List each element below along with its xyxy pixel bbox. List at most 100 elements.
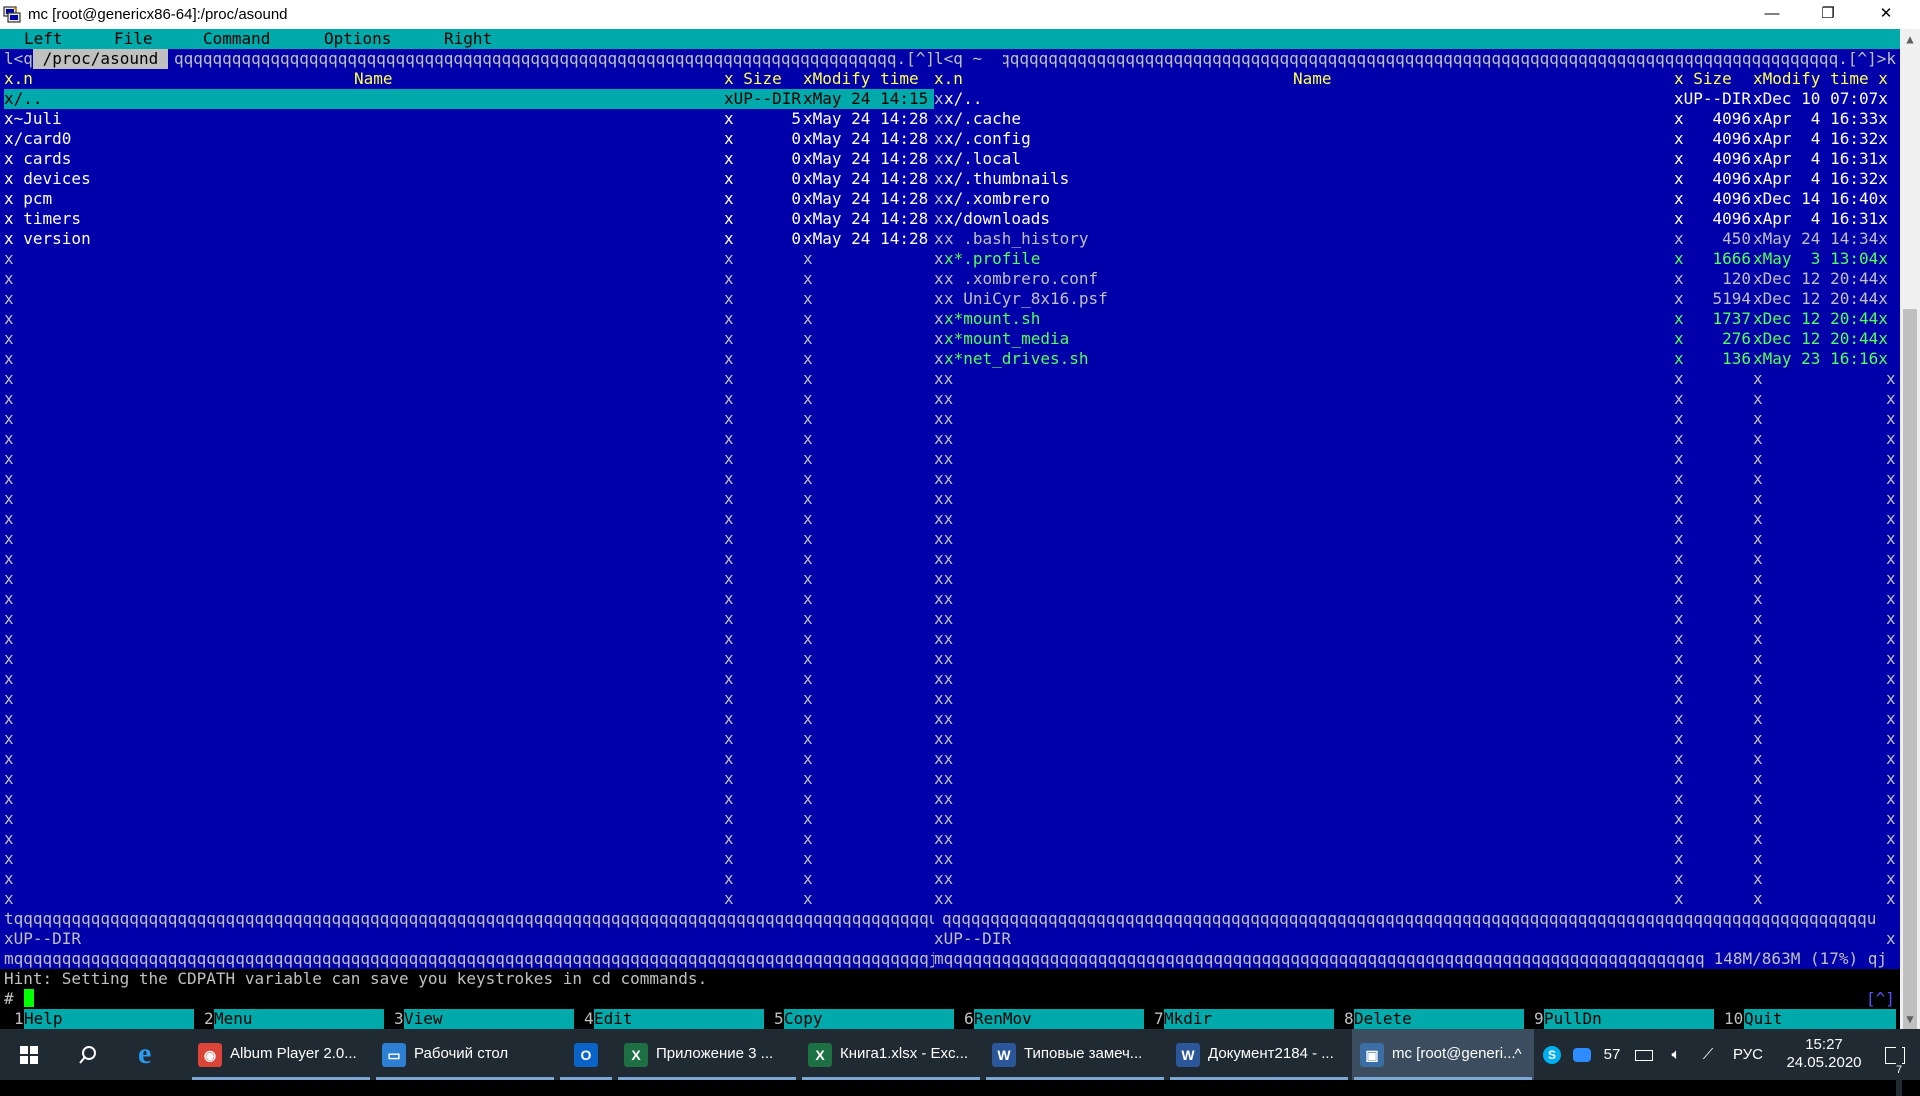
menu-right[interactable]: Right	[444, 29, 492, 49]
tray-chevron-icon[interactable]: ^	[1506, 1029, 1530, 1080]
left-col-sep: x	[803, 249, 813, 268]
right-file-size: x 120	[1674, 269, 1752, 288]
right-file-name[interactable]: x*mount.sh	[944, 309, 1040, 329]
menu-command[interactable]: Command	[203, 29, 270, 49]
right-col-sep: x	[1674, 369, 1684, 388]
right-file-size: x 1666	[1674, 249, 1752, 268]
left-col-sep: x	[803, 429, 813, 448]
left-panel-path[interactable]: /proc/asound	[33, 49, 168, 69]
ie-button[interactable]: e	[124, 1029, 180, 1080]
hint-text: Hint: Setting the CDPATH variable can sa…	[4, 969, 708, 988]
scroll-up-icon[interactable]: ▲	[1900, 29, 1920, 49]
left-file-name[interactable]: x/..	[4, 89, 43, 109]
right-col-sep: x	[1886, 669, 1896, 688]
right-file-name[interactable]: x/.xombrero	[944, 189, 1050, 209]
vertical-scrollbar[interactable]: ▲ ▼	[1900, 29, 1920, 1029]
left-header-name[interactable]: Name	[354, 69, 393, 89]
zoom-icon[interactable]	[1570, 1029, 1594, 1080]
fkey-view[interactable]: View	[404, 1009, 574, 1029]
left-col-sep: x	[4, 289, 14, 308]
taskbar-app[interactable]: X Приложение 3 ...	[616, 1029, 798, 1080]
right-file-name[interactable]: x/downloads	[944, 209, 1050, 229]
right-file-name[interactable]: x .xombrero.conf	[944, 269, 1098, 289]
panel-row: x x x x x*.profile x 1666 xMay 3 13:04x	[0, 249, 1900, 269]
right-col-sep: x	[1886, 609, 1896, 628]
maximize-button[interactable]: ❐	[1800, 0, 1856, 29]
left-col-sep: x	[803, 789, 813, 808]
right-file-name[interactable]: x/..	[944, 89, 983, 109]
right-file-name[interactable]: x*net_drives.sh	[944, 349, 1089, 369]
taskbar-app[interactable]: W Документ2184 - ...	[1168, 1029, 1350, 1080]
tray-badge[interactable]: 57	[1600, 1029, 1624, 1080]
taskbar-app[interactable]: O	[558, 1029, 614, 1080]
minimize-button[interactable]: —	[1744, 0, 1800, 29]
right-col-sep: x	[1753, 409, 1763, 428]
panel-row: x x x xx x x x	[0, 369, 1900, 389]
menu-options[interactable]: Options	[324, 29, 391, 49]
close-button[interactable]: ✕	[1858, 0, 1914, 29]
left-col-sep: x	[724, 489, 734, 508]
fkey-menu[interactable]: Menu	[214, 1009, 384, 1029]
left-file-name[interactable]: x version	[4, 229, 91, 249]
right-file-mtime: xDec 10 07:07x	[1753, 89, 1888, 108]
left-header-n[interactable]: x.n	[4, 69, 33, 89]
right-col-sep: xx	[934, 549, 954, 568]
right-header-n[interactable]: x.n	[934, 69, 963, 89]
left-file-name[interactable]: x pcm	[4, 189, 52, 209]
right-file-name[interactable]: x UniCyr_8x16.psf	[944, 289, 1108, 309]
fkey-mkdir[interactable]: Mkdir	[1164, 1009, 1334, 1029]
scroll-down-icon[interactable]: ▼	[1900, 1009, 1920, 1029]
fkey-delete[interactable]: Delete	[1354, 1009, 1524, 1029]
left-col-sep: x	[4, 889, 14, 908]
left-panel-bottom: mqqqqqqqqqqqqqqqqqqqqqqqqqqqqqqqqqqqqqqq…	[4, 949, 934, 968]
menu-file[interactable]: File	[114, 29, 153, 49]
taskbar-app[interactable]: W Типовые замеч...	[984, 1029, 1166, 1080]
notifications-button[interactable]: 7	[1872, 1029, 1918, 1096]
window-title-bar[interactable]: mc [root@genericx86-64]:/proc/asound — ❐…	[0, 0, 1920, 29]
right-file-name[interactable]: x/.local	[944, 149, 1021, 169]
left-col-sep: x	[724, 609, 734, 628]
scroll-thumb[interactable]	[1903, 309, 1917, 1029]
right-file-name[interactable]: x/.thumbnails	[944, 169, 1069, 189]
right-file-name[interactable]: x/.cache	[944, 109, 1021, 129]
right-header-size[interactable]: x Size	[1674, 69, 1732, 89]
language-indicator[interactable]: РУС	[1728, 1029, 1768, 1080]
right-file-mtime: xDec 12 20:44x	[1753, 309, 1888, 328]
right-header-name[interactable]: Name	[1293, 69, 1332, 89]
left-file-name[interactable]: x cards	[4, 149, 71, 169]
taskbar-app[interactable]: ▭ Рабочий стол	[374, 1029, 556, 1080]
left-file-name[interactable]: x devices	[4, 169, 91, 189]
terminal[interactable]: Left File Command Options Right l<q /proc/as…	[0, 29, 1900, 1029]
fkey-renmov[interactable]: RenMov	[974, 1009, 1144, 1029]
fkey-copy[interactable]: Copy	[784, 1009, 954, 1029]
right-file-name[interactable]: x .bash_history	[944, 229, 1089, 249]
network-icon[interactable]: ⟋	[1696, 1029, 1720, 1080]
menu-left[interactable]: Left	[24, 29, 63, 49]
fkey-pulldn[interactable]: PullDn	[1544, 1009, 1714, 1029]
left-file-name[interactable]: x/card0	[4, 129, 71, 149]
left-file-name[interactable]: x timers	[4, 209, 81, 229]
left-file-name[interactable]: x~Juli	[4, 109, 62, 129]
right-file-name[interactable]: x/.config	[944, 129, 1031, 149]
taskbar-app[interactable]: X Книга1.xlsx - Exc...	[800, 1029, 982, 1080]
right-header-mtime[interactable]: xModify time x	[1753, 69, 1888, 89]
fkey-edit[interactable]: Edit	[594, 1009, 764, 1029]
command-line[interactable]: # [^]	[0, 989, 1900, 1009]
right-file-name[interactable]: x*mount_media	[944, 329, 1069, 349]
fkey-number: 7	[1154, 1009, 1164, 1029]
skype-icon[interactable]: S	[1540, 1029, 1564, 1080]
right-col-sep: x	[1753, 789, 1763, 808]
fkey-help[interactable]: Help	[24, 1009, 194, 1029]
clock[interactable]: 15:27 24.05.2020	[1776, 1029, 1872, 1080]
start-button[interactable]	[0, 1029, 58, 1080]
volume-icon[interactable]: 🔈︎	[1664, 1029, 1688, 1080]
left-col-sep: x	[803, 269, 813, 288]
battery-icon[interactable]	[1632, 1029, 1656, 1080]
left-header-mtime[interactable]: xModify time	[803, 69, 919, 89]
left-header-size[interactable]: x Size	[724, 69, 782, 89]
taskbar-app[interactable]: ◉ Album Player 2.0...	[190, 1029, 372, 1080]
search-button[interactable]	[60, 1029, 116, 1080]
right-file-name[interactable]: x*.profile	[944, 249, 1040, 269]
left-col-sep: x	[803, 689, 813, 708]
fkey-quit[interactable]: Quit	[1744, 1009, 1896, 1029]
